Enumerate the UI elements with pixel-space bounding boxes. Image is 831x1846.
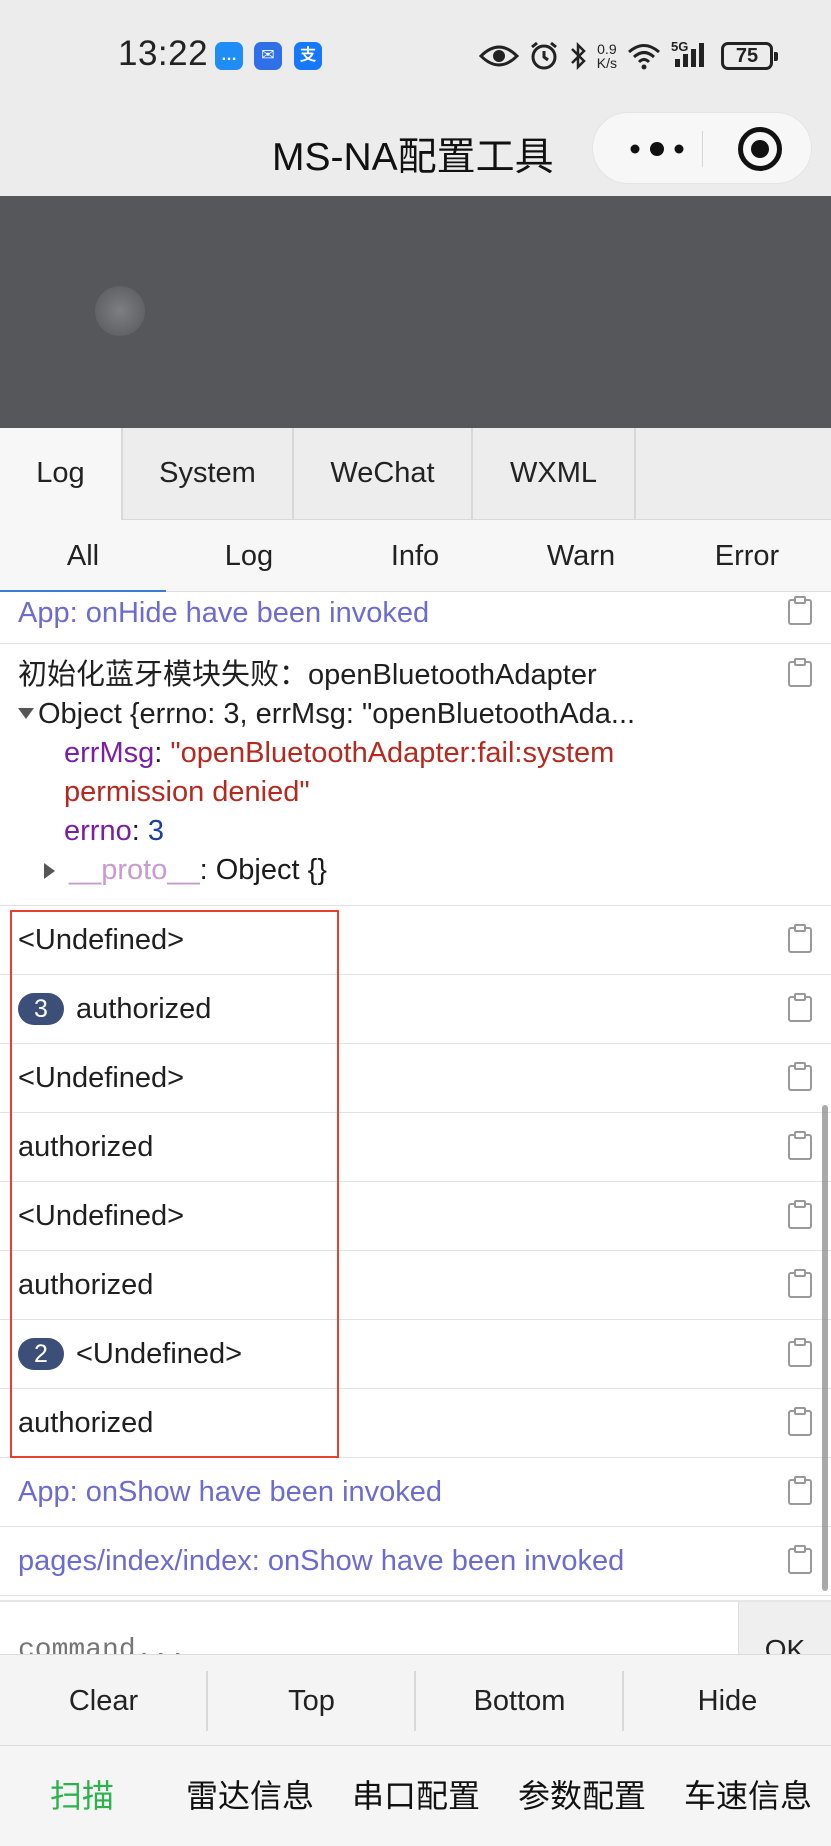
chat-app-icon: … bbox=[215, 42, 243, 70]
vconsole-toolbar: Clear Top Bottom Hide bbox=[0, 1654, 831, 1746]
mini-program-navbar: MS-NA配置工具 bbox=[0, 112, 831, 196]
log-list: App: onHide have been invoked 初始化蓝牙模块失败：… bbox=[0, 592, 831, 1600]
log-item: <Undefined> bbox=[0, 906, 831, 975]
copy-icon[interactable] bbox=[787, 1407, 813, 1437]
tab-log[interactable]: Log bbox=[0, 428, 123, 520]
tab-speed-info[interactable]: 车速信息 bbox=[676, 1746, 820, 1846]
copy-icon[interactable] bbox=[787, 993, 813, 1023]
vconsole-tabs: Log System WeChat WXML bbox=[0, 428, 831, 520]
log-item: App: onHide have been invoked bbox=[0, 592, 831, 644]
page-overlay bbox=[0, 196, 831, 428]
expand-caret-icon bbox=[18, 708, 34, 719]
log-item-bluetooth-error: 初始化蓝牙模块失败：openBluetoothAdapter Object {e… bbox=[0, 644, 831, 906]
copy-icon[interactable] bbox=[787, 596, 813, 626]
capsule-divider bbox=[702, 131, 703, 167]
copy-icon[interactable] bbox=[787, 1476, 813, 1506]
object-summary[interactable]: Object {errno: 3, errMsg: "openBluetooth… bbox=[18, 697, 635, 731]
bluetooth-icon bbox=[570, 41, 586, 71]
filter-error[interactable]: Error bbox=[664, 520, 830, 592]
clear-button[interactable]: Clear bbox=[0, 1655, 207, 1747]
alarm-icon bbox=[530, 41, 557, 70]
log-item: 2 <Undefined> bbox=[0, 1320, 831, 1389]
object-prop-proto[interactable]: __proto__: Object {} bbox=[44, 853, 327, 887]
log-scrollbar[interactable] bbox=[822, 1105, 828, 1591]
command-bar: OK bbox=[0, 1600, 831, 1654]
log-item: 3 authorized bbox=[0, 975, 831, 1044]
log-item: authorized bbox=[0, 1389, 831, 1458]
top-button[interactable]: Top bbox=[208, 1655, 415, 1747]
bottom-tab-bar: 扫描 雷达信息 串口配置 参数配置 车速信息 bbox=[0, 1746, 831, 1846]
status-time: 13:22 bbox=[118, 34, 209, 73]
tab-wxml[interactable]: WXML bbox=[473, 428, 636, 520]
overlay-glow bbox=[95, 286, 145, 336]
status-indicators: 0.9 K/s 5G 75 bbox=[478, 36, 778, 76]
tab-radar-info[interactable]: 雷达信息 bbox=[178, 1746, 322, 1846]
log-filter-bar: All Log Info Warn Error bbox=[0, 520, 831, 593]
log-item: pages/index/index: onShow have been invo… bbox=[0, 1527, 831, 1596]
alipay-app-icon: 支 bbox=[294, 42, 322, 70]
filter-all[interactable]: All bbox=[0, 520, 166, 593]
object-prop-errno: errno: 3 bbox=[64, 815, 164, 847]
repeat-count-badge: 2 bbox=[18, 1338, 64, 1370]
copy-icon[interactable] bbox=[787, 924, 813, 954]
log-text: 初始化蓝牙模块失败：openBluetoothAdapter bbox=[18, 659, 597, 691]
log-item: App: onShow have been invoked bbox=[0, 1458, 831, 1527]
log-item: <Undefined> bbox=[0, 1044, 831, 1113]
battery-indicator: 75 bbox=[721, 42, 778, 70]
tab-scan[interactable]: 扫描 bbox=[20, 1746, 144, 1846]
eye-icon bbox=[478, 45, 519, 67]
copy-icon[interactable] bbox=[787, 1338, 813, 1368]
object-prop-errmsg: errMsg: "openBluetoothAdapter:fail:syste… bbox=[64, 737, 615, 769]
log-item: authorized bbox=[0, 1251, 831, 1320]
tab-param-config[interactable]: 参数配置 bbox=[510, 1746, 654, 1846]
filter-log[interactable]: Log bbox=[166, 520, 332, 592]
copy-icon[interactable] bbox=[787, 1269, 813, 1299]
log-item: <Undefined> bbox=[0, 1182, 831, 1251]
cellular-signal-icon: 5G bbox=[671, 39, 711, 71]
object-prop-errmsg-cont: permission denied" bbox=[64, 776, 310, 808]
tab-wechat[interactable]: WeChat bbox=[294, 428, 473, 520]
copy-icon[interactable] bbox=[787, 1062, 813, 1092]
log-item: authorized bbox=[0, 1113, 831, 1182]
network-speed: 0.9 K/s bbox=[596, 41, 617, 71]
mail-app-icon: ✉ bbox=[254, 42, 282, 70]
command-input[interactable] bbox=[18, 1630, 718, 1654]
copy-icon[interactable] bbox=[787, 658, 813, 688]
more-options-icon[interactable] bbox=[623, 133, 703, 165]
filter-info[interactable]: Info bbox=[332, 520, 498, 592]
tab-serial-config[interactable]: 串口配置 bbox=[344, 1746, 488, 1846]
tab-system[interactable]: System bbox=[123, 428, 294, 520]
copy-icon[interactable] bbox=[787, 1200, 813, 1230]
wifi-icon bbox=[628, 44, 660, 70]
page-title: MS-NA配置工具 bbox=[272, 136, 554, 179]
status-bar: 13:22 … ✉ 支 0.9 K/s 5G 75 bbox=[0, 0, 831, 112]
hide-button[interactable]: Hide bbox=[624, 1655, 831, 1747]
close-mini-program-icon[interactable] bbox=[738, 127, 782, 171]
capsule-menu bbox=[592, 112, 812, 184]
collapse-caret-icon bbox=[44, 863, 55, 879]
ok-button[interactable]: OK bbox=[738, 1602, 831, 1654]
copy-icon[interactable] bbox=[787, 1131, 813, 1161]
copy-icon[interactable] bbox=[787, 1545, 813, 1575]
repeat-count-badge: 3 bbox=[18, 993, 64, 1025]
bottom-button[interactable]: Bottom bbox=[416, 1655, 623, 1747]
filter-warn[interactable]: Warn bbox=[498, 520, 664, 592]
